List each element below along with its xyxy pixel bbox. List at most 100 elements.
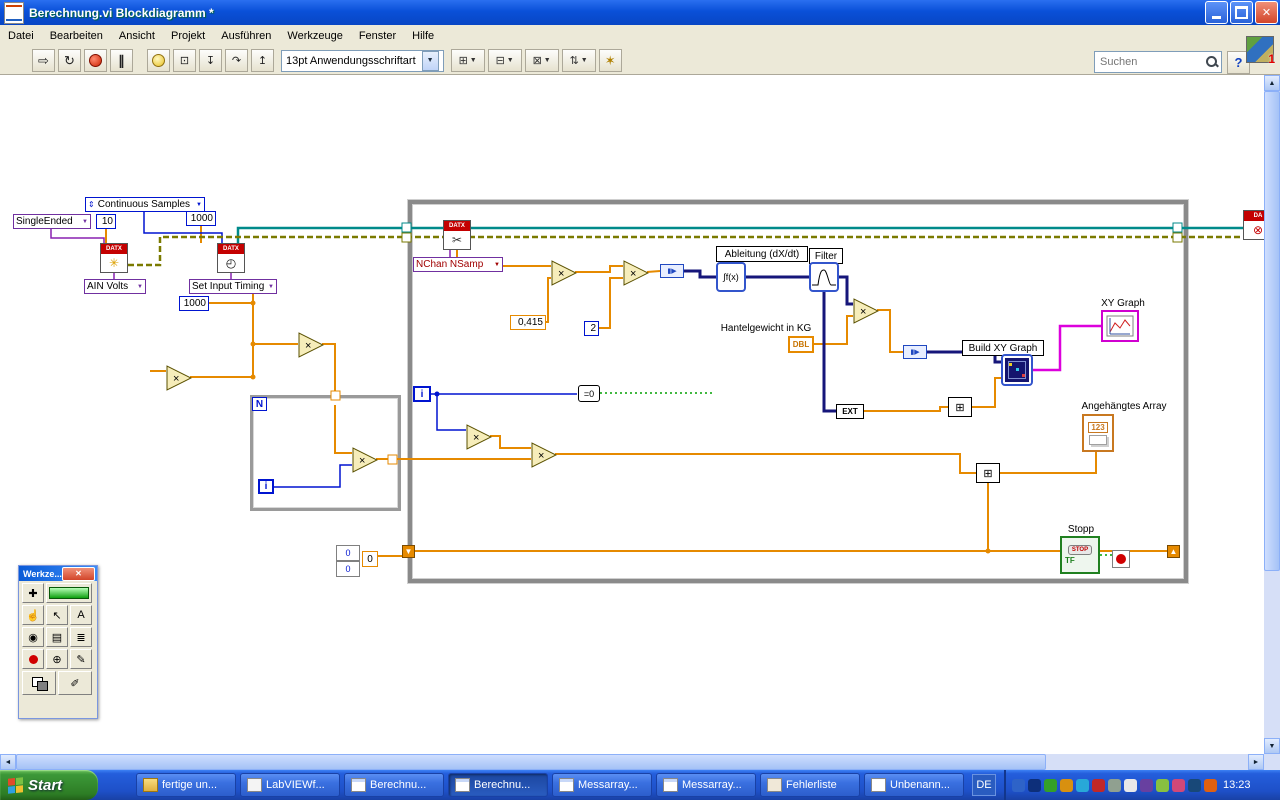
tray-icon[interactable] [1044,778,1057,792]
distribute-objects-dropdown[interactable]: ⊟ ▼ [487,49,522,72]
highlight-execution-button[interactable] [147,49,170,72]
for-loop-count-terminal[interactable]: N [252,397,267,411]
multiply-node[interactable]: × [853,298,879,324]
vertical-scroll-thumb[interactable] [1264,91,1280,571]
scroll-up-button[interactable]: ▲ [1264,75,1280,91]
tool-scroll[interactable]: ≣ [70,627,92,647]
tool-probe[interactable]: ⊕ [46,649,68,669]
tray-icon[interactable] [1012,778,1025,792]
multiply-node[interactable]: × [352,447,378,473]
array-element-constant[interactable]: 0 [362,551,378,567]
multiply-node[interactable]: × [531,442,557,468]
multiply-node[interactable]: × [298,332,324,358]
pause-button[interactable]: ∥ [110,49,133,72]
close-button[interactable]: ✕ [1255,1,1278,24]
tray-icon[interactable] [1060,778,1073,792]
tool-paint[interactable]: ✐ [58,671,92,695]
tray-icon[interactable] [1028,778,1041,792]
single-ended-ring[interactable]: SingleEnded ▼ [13,214,91,229]
for-loop-iteration-terminal[interactable]: i [258,479,274,494]
datx-clear-block[interactable]: DA ⊗ [1243,210,1264,240]
tray-icon[interactable] [1108,778,1121,792]
shift-register-right[interactable]: ▲ [1167,545,1180,558]
taskbar-item[interactable]: fertige un... [136,773,236,797]
array-function-node[interactable]: ⊞ [948,397,972,417]
build-xy-graph-express-vi[interactable] [1001,354,1033,386]
menu-ansicht[interactable]: Ansicht [111,27,163,45]
ain-volts-ring[interactable]: AIN Volts ▼ [84,279,146,294]
tool-set-color[interactable] [22,671,56,695]
tool-copy-color[interactable]: ✎ [70,649,92,669]
search-input[interactable] [1098,55,1206,69]
set-input-timing-ring[interactable]: Set Input Timing ▼ [189,279,277,294]
tool-edit-text[interactable]: A [70,605,92,625]
menu-projekt[interactable]: Projekt [163,27,213,45]
datx-timing-block[interactable]: DATX ◴ [217,243,245,273]
horizontal-scrollbar[interactable]: ◄ ► [0,754,1264,770]
menu-bearbeiten[interactable]: Bearbeiten [42,27,111,45]
taskbar-item[interactable]: Unbenann... [864,773,964,797]
menu-werkzeuge[interactable]: Werkzeuge [279,27,350,45]
title-bar[interactable]: Berechnung.vi Blockdiagramm * ✕ [0,0,1280,25]
horizontal-scroll-thumb[interactable] [16,754,1046,770]
restore-button[interactable] [1230,1,1253,24]
menu-hilfe[interactable]: Hilfe [404,27,442,45]
tray-icon[interactable] [1156,778,1169,792]
constant-10[interactable]: 10 [96,214,116,229]
font-selector[interactable]: 13pt Anwendungsschriftart ▼ [281,49,444,72]
continuous-samples-ring[interactable]: ⇕ Continuous Samples ▼ [85,197,205,212]
tray-icon[interactable] [1076,778,1089,792]
abort-button[interactable] [84,49,107,72]
equal-to-zero-node[interactable]: =0 [578,385,600,402]
tool-auto-led[interactable] [46,583,92,603]
tool-operate-value[interactable]: ☝ [22,605,44,625]
to-extended-precision-node[interactable]: EXT [836,404,864,419]
derivative-express-vi[interactable]: ∫f(x) [716,262,746,292]
minimize-button[interactable] [1205,1,1228,24]
filter-express-vi[interactable] [809,262,839,292]
array-function-node[interactable]: ⊞ [976,463,1000,483]
multiply-node[interactable]: × [551,260,577,286]
step-over-button[interactable]: ↷ [225,49,248,72]
menu-datei[interactable]: Datei [0,27,42,45]
convert-to-dynamic-icon[interactable]: ▮▶ [660,264,684,278]
array-index-box[interactable]: 0 [336,561,360,577]
reorder-dropdown[interactable]: ⇅ ▼ [561,49,596,72]
tool-position[interactable]: ↖ [46,605,68,625]
tool-connect-wire[interactable]: ◉ [22,627,44,647]
menu-ausfuehren[interactable]: Ausführen [213,27,279,45]
tray-icon[interactable] [1172,778,1185,792]
multiply-node[interactable]: × [166,365,192,391]
tray-icon[interactable] [1188,778,1201,792]
array-index-box[interactable]: 0 [336,545,360,561]
taskbar-item[interactable]: Messarray... [552,773,652,797]
convert-to-dynamic-icon[interactable]: ▮▶ [903,345,927,359]
step-into-button[interactable]: ↧ [199,49,222,72]
scroll-left-button[interactable]: ◄ [0,754,16,770]
language-indicator[interactable]: DE [972,774,996,796]
xy-graph-terminal[interactable] [1101,310,1139,342]
tray-icon[interactable] [1124,778,1137,792]
array-indicator-terminal[interactable]: 123 [1082,414,1114,452]
tool-shortcut-menu[interactable]: ▤ [46,627,68,647]
retain-wire-values-button[interactable]: ⊡ [173,49,196,72]
tool-breakpoint[interactable] [22,649,44,669]
datx-ain-block[interactable]: DATX ✳ [100,243,128,273]
resize-objects-dropdown[interactable]: ⊠ ▼ [524,49,559,72]
while-loop-iteration-terminal[interactable]: i [413,386,431,402]
multiply-node[interactable]: × [466,424,492,450]
tools-palette[interactable]: Werkze... ✕ ✚ ☝ ↖ A ◉ ▤ ≣ ⊕ ✎ ✐ [18,565,98,719]
tray-icon[interactable] [1140,778,1153,792]
loop-condition-terminal[interactable] [1112,550,1130,568]
tool-auto-select[interactable]: ✚ [22,583,44,603]
align-objects-dropdown[interactable]: ⊞ ▼ [450,49,485,72]
shift-register-left[interactable]: ▼ [402,545,415,558]
notification-icon[interactable]: 1 [1246,36,1275,66]
cleanup-diagram-button[interactable]: ✶ [598,49,622,72]
start-button[interactable]: Start [0,770,98,800]
constant-2[interactable]: 2 [584,321,599,336]
taskbar-item[interactable]: LabVIEWf... [240,773,340,797]
divide-node[interactable]: × [623,260,649,286]
vertical-scrollbar[interactable]: ▲ ▼ [1264,75,1280,754]
tray-icon[interactable] [1204,778,1217,792]
